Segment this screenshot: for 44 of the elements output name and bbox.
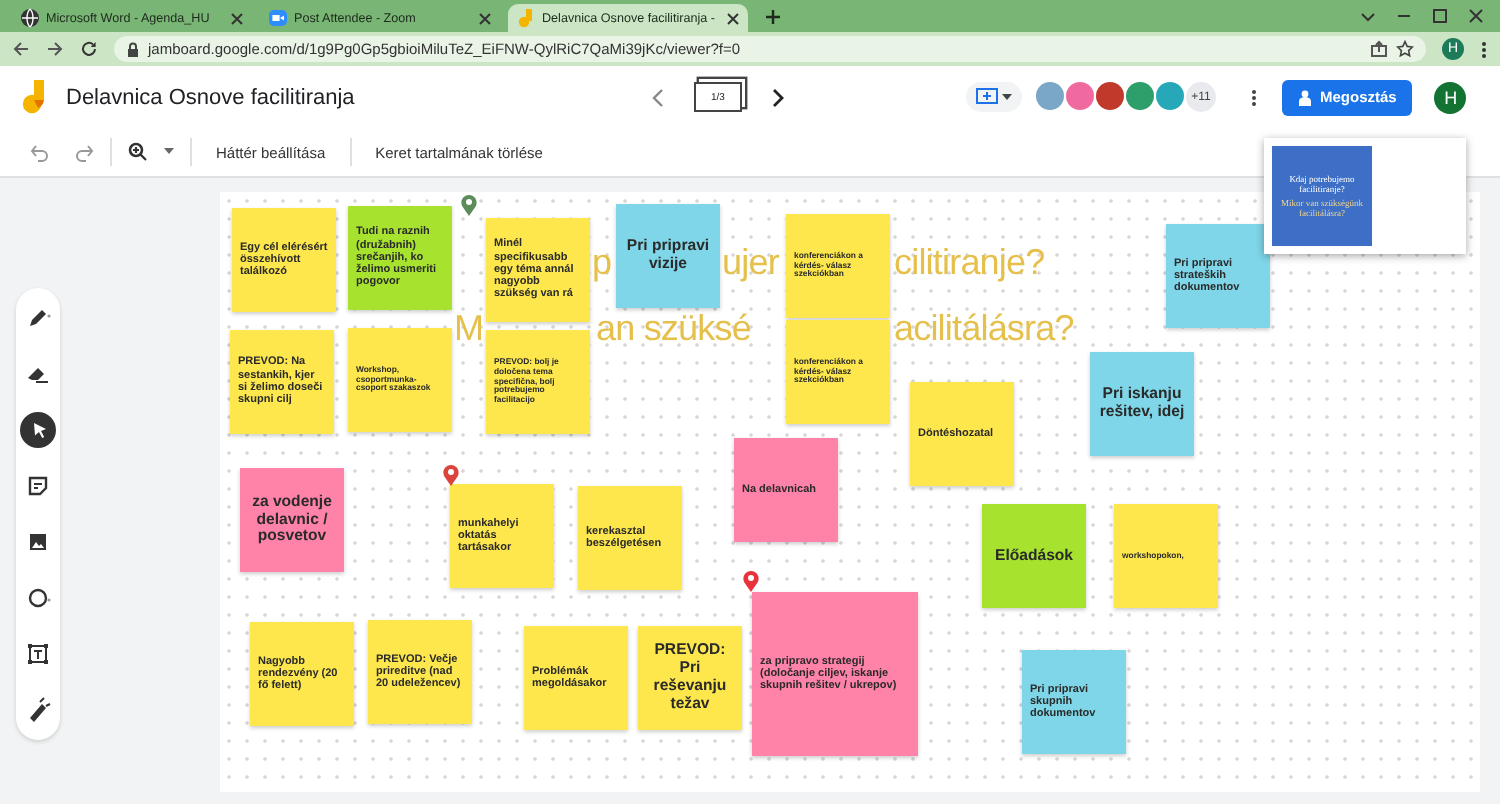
user-avatar[interactable]: H [1434,81,1467,113]
close-icon[interactable] [478,11,492,25]
reload-icon[interactable] [80,40,98,58]
heading-text: p [592,244,612,280]
close-icon[interactable] [1468,8,1484,24]
heading-text: M [454,310,484,346]
heading-text: an szüksé [596,310,751,346]
heading-text: ujer [722,244,779,280]
chevron-left-icon[interactable] [650,87,666,107]
lock-icon [126,41,140,57]
new-tab-icon[interactable] [764,8,782,26]
tool-button[interactable] [20,412,56,448]
jamboard-logo-icon [22,79,46,115]
chevron-right-icon[interactable] [770,87,786,107]
screen-icon [976,88,998,106]
heading-text: cilitiranje? [894,244,1045,280]
close-icon[interactable] [726,11,740,25]
image-icon [24,528,52,556]
circle-icon [24,584,52,612]
text-box-icon [24,640,52,668]
tab-favicon-icon [516,8,536,28]
laser-pointer-icon [24,696,52,724]
chevron-down-icon[interactable] [1360,8,1376,24]
tab-favicon-icon [20,8,40,28]
forward-icon[interactable] [46,40,64,58]
more-options-icon[interactable] [1480,39,1488,59]
back-icon[interactable] [12,40,30,58]
undo-icon[interactable] [30,143,50,161]
share-icon[interactable] [1370,40,1388,58]
zoom-icon[interactable] [128,142,148,162]
caret-icon[interactable] [164,148,174,156]
board-title: Delavnica Osnove facilitiranja [66,85,357,109]
pen-icon [24,304,52,332]
tab-favicon-icon [268,8,288,28]
heading-text: acilitálásra? [894,310,1074,346]
sticky-note-icon [24,472,52,500]
more-options-icon[interactable] [1250,87,1258,107]
caret-icon [1002,93,1012,101]
redo-icon[interactable] [74,143,94,161]
present-button[interactable] [966,82,1022,112]
close-icon[interactable] [230,11,244,25]
person-icon [1298,89,1312,105]
star-icon[interactable] [1396,40,1414,58]
maximize-icon[interactable] [1432,8,1448,24]
